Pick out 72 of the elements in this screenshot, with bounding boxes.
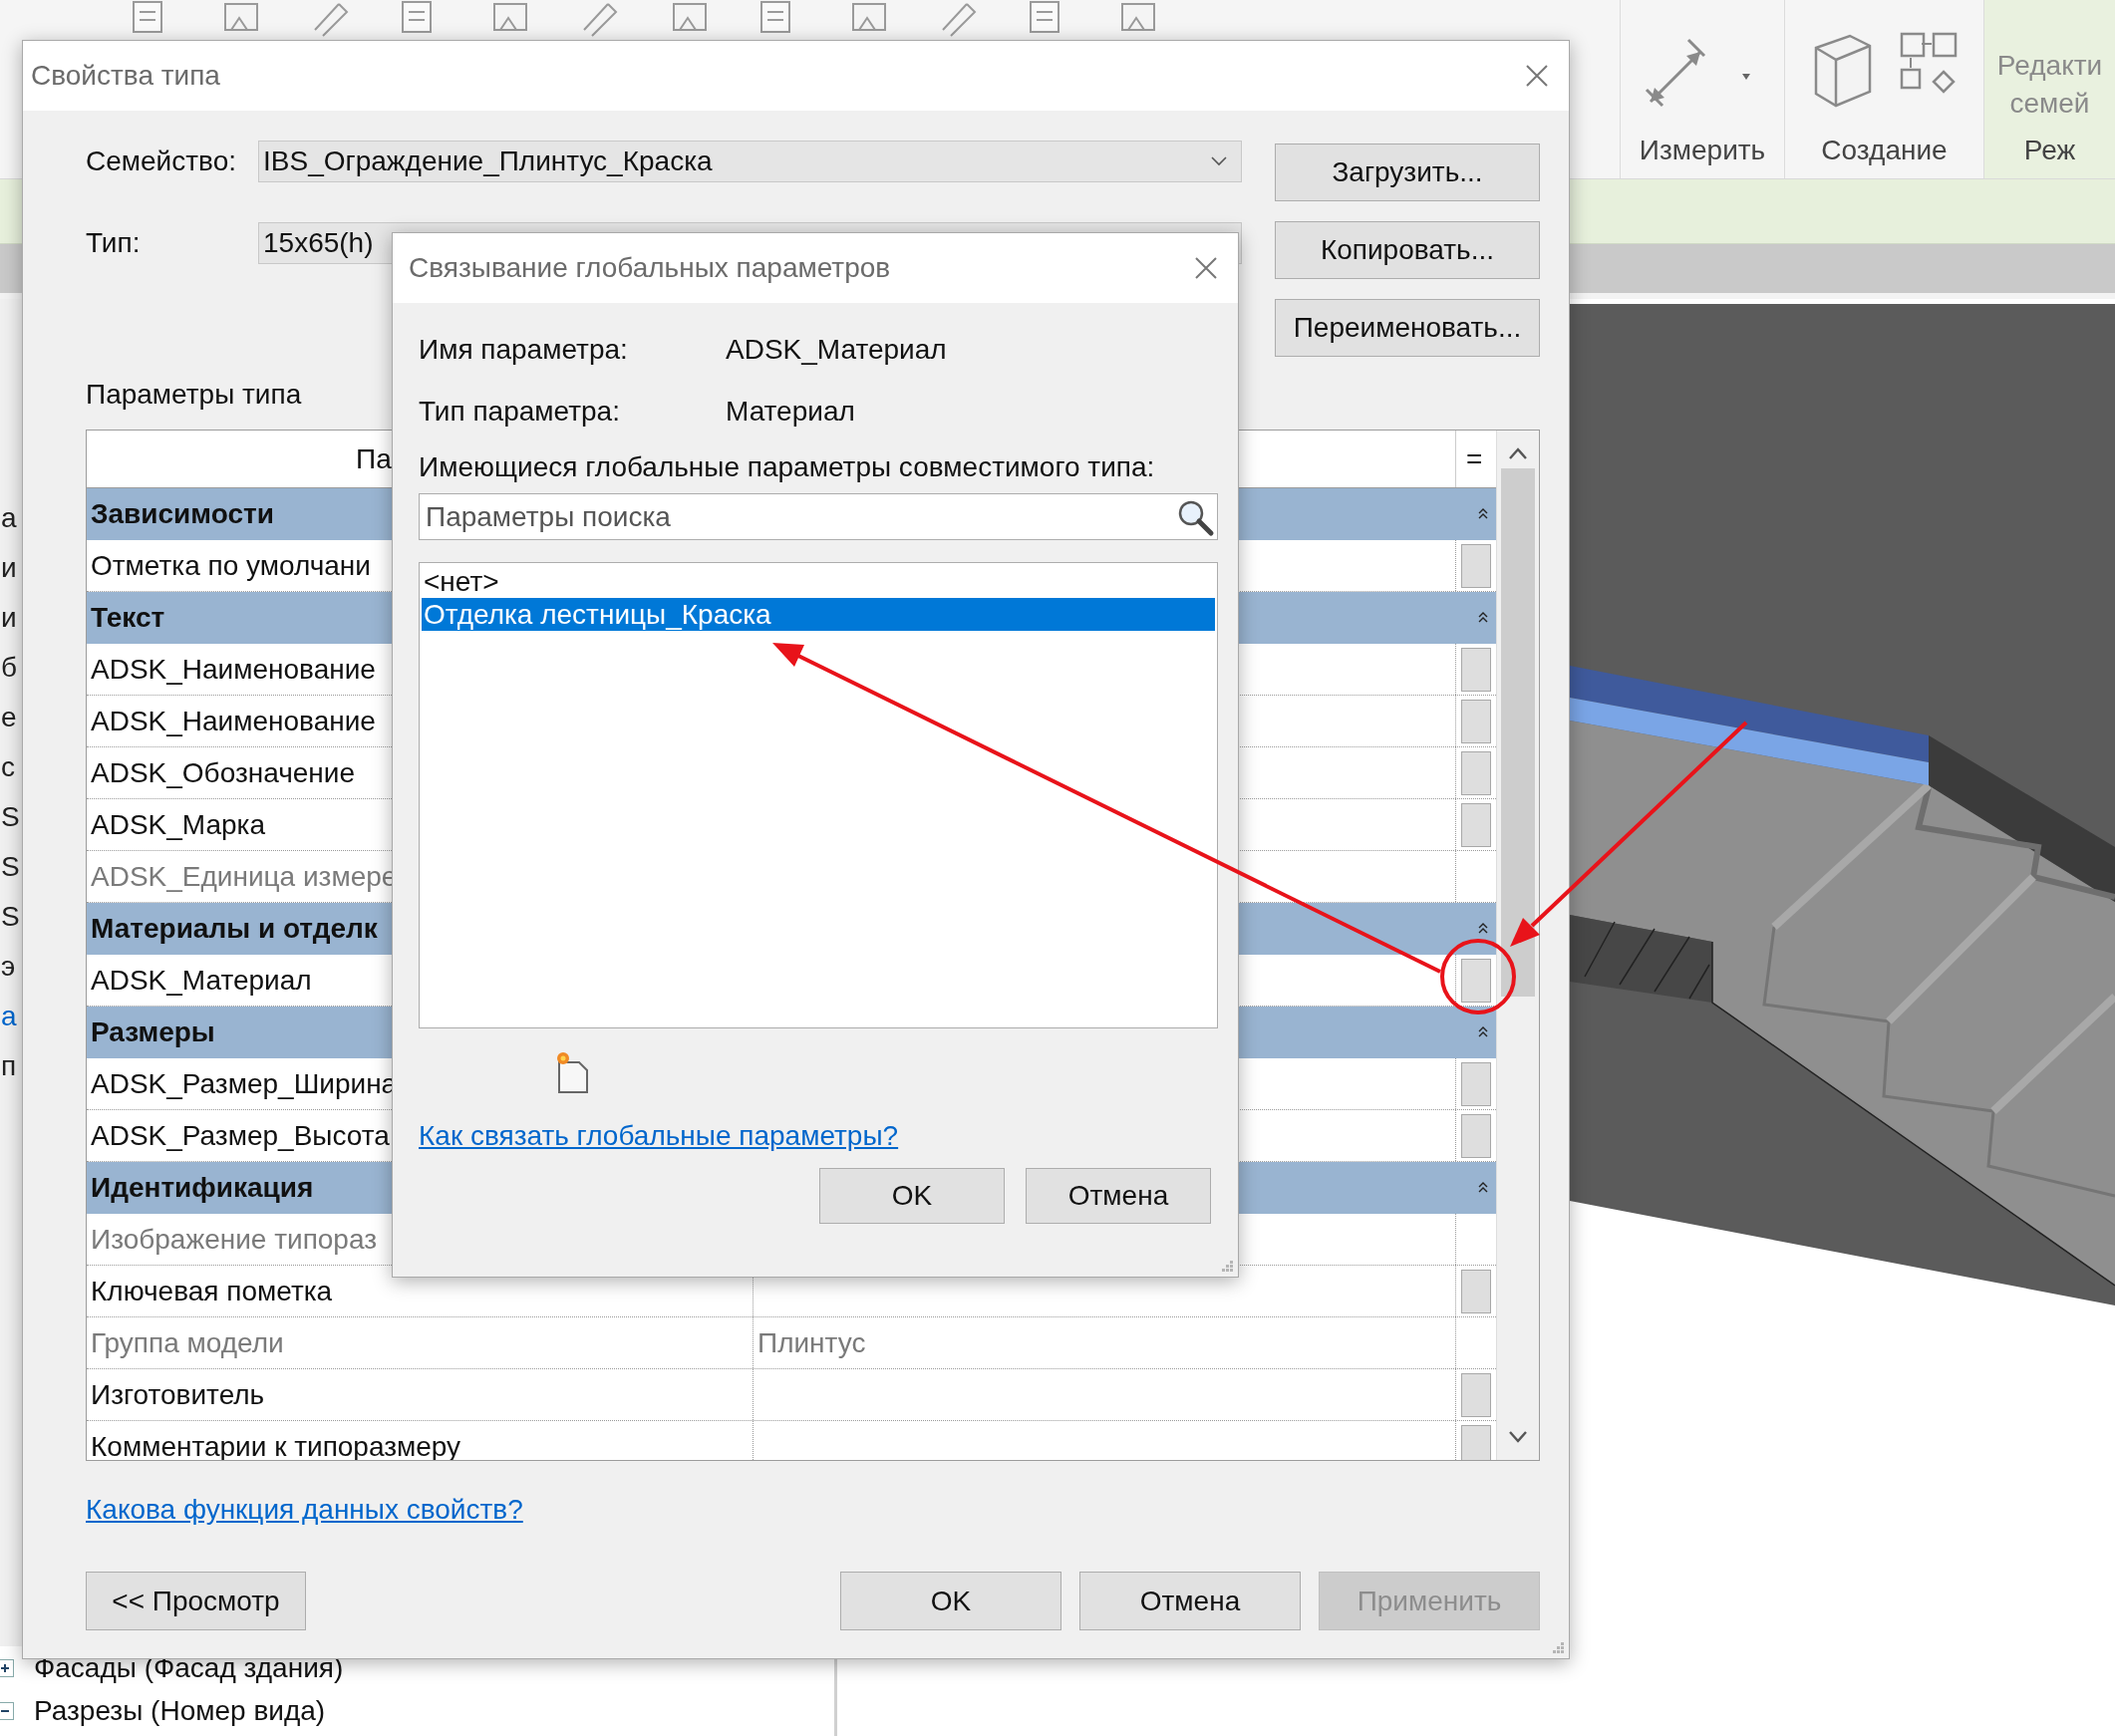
panel-text: S: [0, 900, 20, 934]
associate-parameter-button[interactable]: [1461, 1061, 1491, 1106]
collapse-icon[interactable]: [1478, 1182, 1488, 1194]
scroll-down-icon[interactable]: [1508, 1430, 1528, 1444]
field-label: Имя параметра:: [419, 334, 629, 366]
list-item[interactable]: Отделка лестницы_Краска: [422, 598, 1215, 631]
ribbon-panel-label: Реж: [2023, 135, 2076, 166]
list-label: Имеющиеся глобальные параметры совместимого типа:: [419, 451, 1155, 483]
field-value: ADSK_Материал: [726, 334, 948, 366]
associate-parameter-button[interactable]: [1461, 1424, 1491, 1460]
parameter-name: Изготовитель: [87, 1369, 754, 1420]
panel-text: п: [0, 1049, 17, 1083]
associate-parameter-button[interactable]: [1461, 1113, 1491, 1158]
expand-icon[interactable]: [0, 1658, 14, 1677]
group-label: Размеры: [91, 1016, 215, 1048]
dialog-button[interactable]: Отмена: [1026, 1168, 1211, 1224]
scroll-up-icon[interactable]: [1508, 446, 1528, 460]
associate-parameter-button[interactable]: [1461, 750, 1491, 795]
window-title: Связывание глобальных параметров: [409, 252, 891, 284]
panel-text: б: [0, 651, 18, 685]
panel-text: е: [0, 701, 17, 734]
collapse-icon[interactable]: [1478, 923, 1488, 935]
side-button[interactable]: Загрузить...: [1275, 144, 1540, 201]
family-dropdown[interactable]: IBS_Ограждение_Плинтус_Краска: [258, 141, 1242, 182]
dialog-button[interactable]: Отмена: [1079, 1572, 1301, 1630]
panel-text: а: [0, 1000, 17, 1033]
panel-text: и: [0, 551, 17, 585]
group-label: Материалы и отделк: [91, 913, 378, 945]
group-label: Идентификация: [91, 1172, 314, 1204]
parameter-name: Группа модели: [87, 1317, 754, 1368]
scrollbar[interactable]: [1496, 431, 1539, 1460]
collapse-icon[interactable]: [1478, 508, 1488, 520]
collapse-icon[interactable]: [0, 1701, 14, 1720]
ribbon-panel-label: Измерить: [1639, 135, 1766, 166]
group-label: Текст: [91, 602, 165, 634]
search-field[interactable]: Параметры поиска: [424, 499, 1175, 534]
panel-text: с: [0, 750, 15, 784]
field-value: Материал: [726, 396, 856, 428]
search-box[interactable]: Параметры поиска: [419, 493, 1218, 540]
section-title: Параметры типа: [86, 379, 302, 412]
field-label: Семейство:: [86, 145, 237, 177]
close-icon[interactable]: [1525, 64, 1549, 88]
side-button[interactable]: Копировать...: [1275, 221, 1540, 279]
window-title: Свойства типа: [31, 60, 220, 92]
associate-parameter-button[interactable]: [1461, 1372, 1491, 1417]
panel-text: э: [0, 950, 16, 984]
ribbon-panel-label: Создание: [1821, 135, 1948, 166]
field-label: Тип параметра:: [419, 396, 621, 428]
field-label: Тип:: [86, 227, 142, 259]
associate-parameter-button[interactable]: [1461, 802, 1491, 847]
dropdown-caret-icon: [1211, 156, 1227, 166]
dialog-button[interactable]: OK: [840, 1572, 1061, 1630]
associate-parameter-button[interactable]: [1461, 699, 1491, 743]
panel-text: S: [0, 850, 20, 884]
help-link[interactable]: Какова функция данных свойств?: [86, 1494, 523, 1526]
associate-parameter-button[interactable]: [1461, 647, 1491, 692]
parameter-value: Плинтус: [754, 1317, 1456, 1368]
associate-parameter-button[interactable]: [1461, 1269, 1491, 1313]
dialog-button[interactable]: OK: [819, 1168, 1005, 1224]
side-button[interactable]: Переименовать...: [1275, 299, 1540, 357]
column-header[interactable]: =: [1456, 431, 1496, 487]
associate-parameter-button[interactable]: [1461, 543, 1491, 588]
group-label: Зависимости: [91, 498, 274, 530]
close-icon[interactable]: [1194, 256, 1218, 280]
collapse-icon[interactable]: [1478, 1026, 1488, 1038]
tree-item[interactable]: Разрезы (Номер вида): [34, 1694, 326, 1727]
panel-text: S: [0, 800, 20, 834]
panel-text: и: [0, 601, 17, 635]
dialog-button[interactable]: << Просмотр: [86, 1572, 306, 1630]
associate-parameter-button[interactable]: [1461, 958, 1491, 1003]
collapse-icon[interactable]: [1478, 612, 1488, 624]
panel-text: а: [0, 501, 17, 535]
